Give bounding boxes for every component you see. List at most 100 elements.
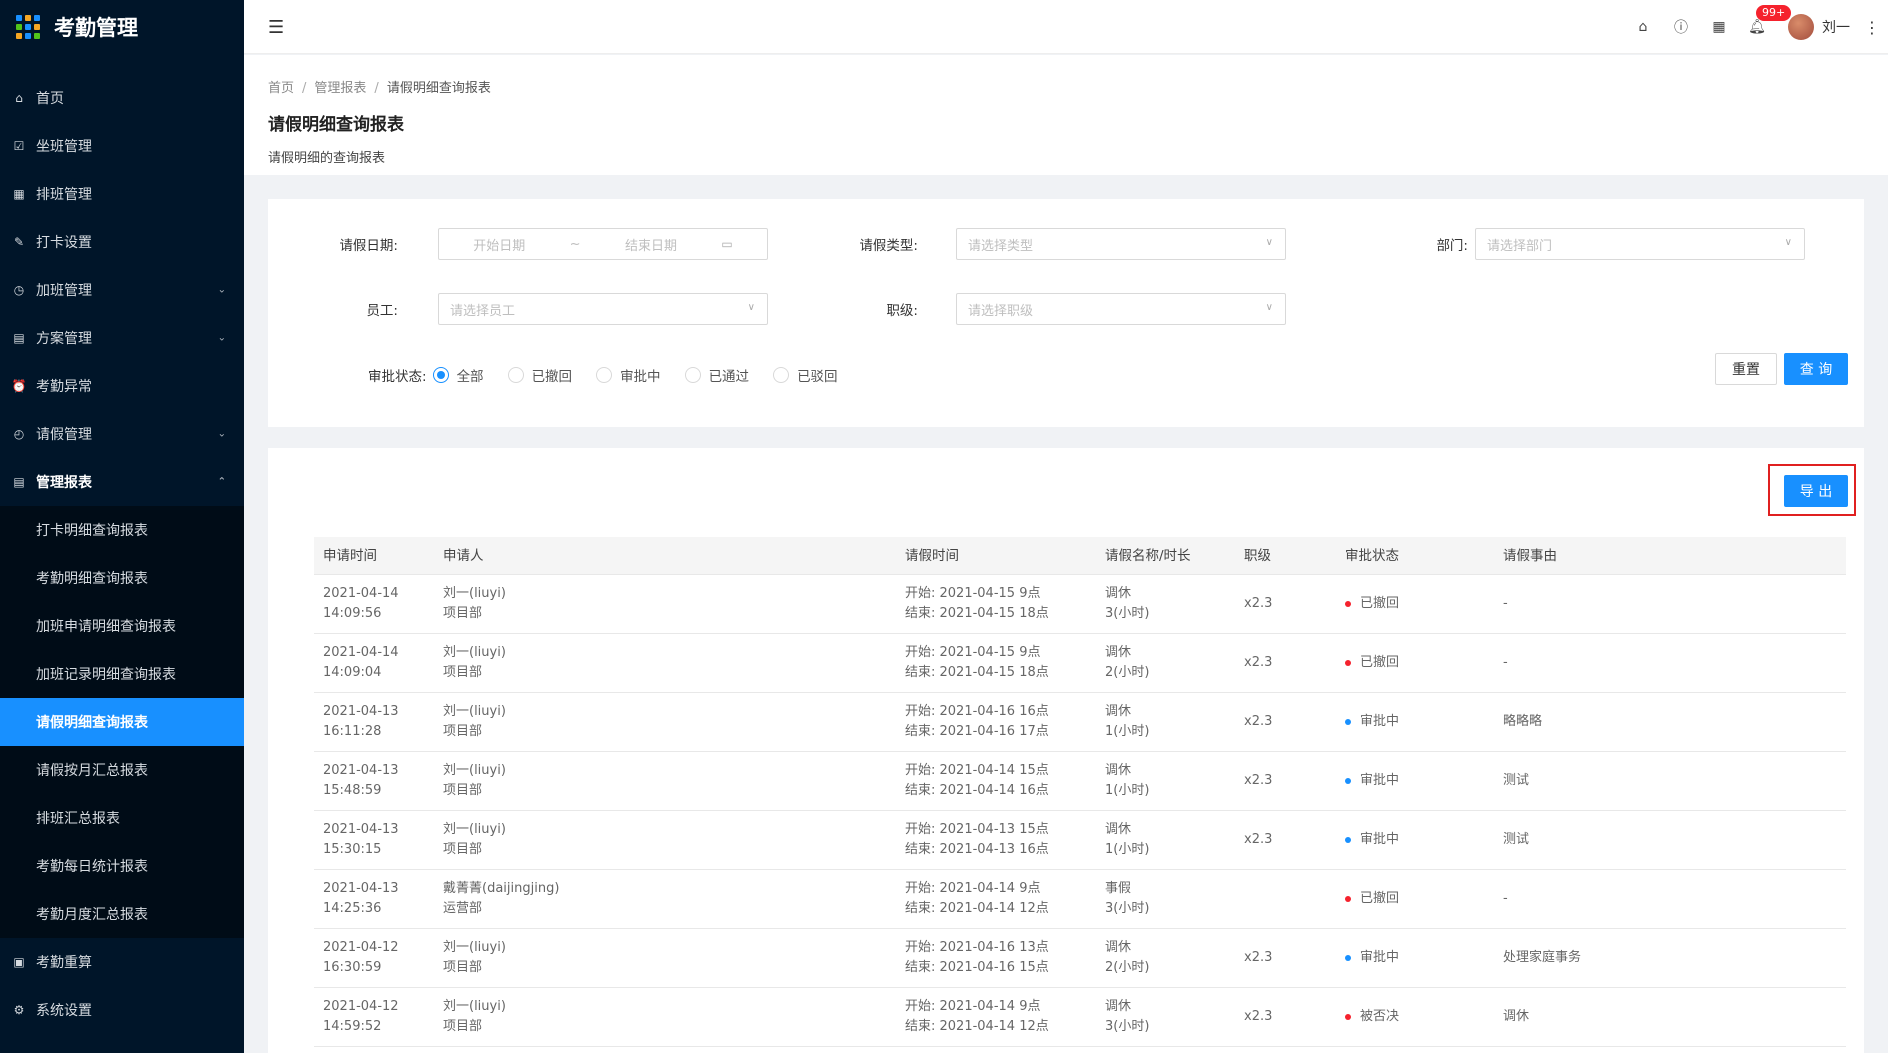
status-radio-2[interactable]: 审批中	[596, 365, 661, 385]
level-cell-level: x2.3	[1244, 773, 1273, 788]
level-cell-level: x2.3	[1244, 714, 1273, 729]
sidebar-subitem-7[interactable]: 考勤每日统计报表	[0, 842, 244, 890]
table-row[interactable]: 2021-04-13 15:30:15 刘一(liuyi) 项目部 开始: 2021-0…	[314, 811, 1846, 870]
leave-time-cell-end: 结束: 2021-04-14 16点	[905, 783, 1049, 798]
sidebar-item-1[interactable]: ☑ 坐班管理	[0, 122, 244, 170]
leave-type-cell: 调休 2(小时)	[1096, 643, 1235, 683]
sidebar-subitem-8[interactable]: 考勤月度汇总报表	[0, 890, 244, 938]
table-row[interactable]: 2021-04-14 14:09:56 刘一(liuyi) 项目部 开始: 2021-0…	[314, 575, 1846, 634]
date-range-picker[interactable]: 开始日期 ~ 结束日期 ▭	[438, 228, 768, 260]
sidebar-item-0[interactable]: ⌂ 首页	[0, 74, 244, 122]
leave-time-cell-start: 开始: 2021-04-14 9点	[905, 999, 1041, 1014]
leave-type-cell-leave: 事假	[1105, 881, 1132, 896]
gear-icon: ⚙	[13, 1003, 25, 1017]
table-row[interactable]: 2021-04-13 15:48:59 刘一(liuyi) 项目部 开始: 2021-0…	[314, 752, 1846, 811]
reason-cell: -	[1494, 594, 1846, 614]
applicant-cell: 刘一(liuyi) 项目部	[434, 938, 896, 978]
apps-icon[interactable]: ▦	[1700, 19, 1738, 35]
user-name[interactable]: 刘一	[1822, 17, 1850, 37]
sidebar-subitem-1[interactable]: 考勤明细查询报表	[0, 554, 244, 602]
leave-time-cell-end: 结束: 2021-04-16 17点	[905, 724, 1049, 739]
employee-select[interactable]: 请选择员工 ∨	[438, 293, 768, 325]
leave-type-cell-duration: 3(小时)	[1105, 1019, 1150, 1034]
radio-circle[interactable]	[684, 367, 701, 383]
sidebar-item-3[interactable]: ✎ 打卡设置	[0, 218, 244, 266]
apply-time-cell-time: 15:30:15	[323, 842, 382, 857]
dept-label: 部门:	[1436, 238, 1468, 254]
status-text: 已撤回	[1360, 891, 1400, 906]
sidebar-subitem-6[interactable]: 排班汇总报表	[0, 794, 244, 842]
sidebar-item-8[interactable]: ▤ 管理报表 ⌃	[0, 458, 244, 506]
type-select[interactable]: 请选择类型 ∨	[956, 228, 1286, 260]
sidebar-item-label: 加班管理	[36, 283, 92, 299]
menu-fold-icon[interactable]: ☰	[268, 17, 288, 38]
date-end-input[interactable]: 结束日期	[625, 235, 677, 254]
dept-select[interactable]: 请选择部门 ∨	[1475, 228, 1805, 260]
more-vertical-icon[interactable]: ⋮	[1864, 18, 1880, 37]
home-icon[interactable]: ⌂	[1624, 19, 1662, 35]
reason-cell-reason: 调休	[1503, 1009, 1530, 1024]
table-row[interactable]: 2021-04-13 16:11:28 刘一(liuyi) 项目部 开始: 2021-0…	[314, 693, 1846, 752]
status-radio-3[interactable]: 已通过	[684, 365, 749, 385]
date-start-input[interactable]: 开始日期	[473, 235, 525, 254]
status-options: 全部 已撤回 审批中 已通过 已驳回	[432, 365, 862, 385]
sidebar-item-6[interactable]: ⏰ 考勤异常	[0, 362, 244, 410]
level-cell: x2.3	[1235, 1007, 1336, 1027]
alarm-icon: ⏰	[11, 379, 27, 393]
status-radio-1[interactable]: 已撤回	[507, 365, 572, 385]
radio-circle[interactable]	[596, 367, 613, 383]
level-select[interactable]: 请选择职级 ∨	[956, 293, 1286, 325]
radio-circle[interactable]	[432, 367, 449, 383]
status-dot	[1345, 719, 1351, 725]
apply-time-cell-time: 15:48:59	[323, 783, 382, 798]
status-text: 审批中	[1360, 950, 1400, 965]
reason-cell-reason: 测试	[1503, 773, 1530, 788]
help-icon[interactable]: ⓘ	[1662, 17, 1700, 37]
export-button[interactable]: 导 出	[1784, 475, 1848, 507]
breadcrumb: 首页 / 管理报表 / 请假明细查询报表	[268, 81, 491, 96]
table-row[interactable]: 2021-04-13 14:25:36 戴菁菁(daijingjing) 运营部 开始:…	[314, 870, 1846, 929]
reason-cell: 略略略	[1494, 712, 1846, 732]
table-row[interactable]: 2021-04-14 14:09:04 刘一(liuyi) 项目部 开始: 2021-0…	[314, 634, 1846, 693]
sidebar-item-4[interactable]: ◷ 加班管理 ⌄	[0, 266, 244, 314]
sidebar-item-7[interactable]: ◴ 请假管理 ⌄	[0, 410, 244, 458]
status-dot	[1345, 601, 1351, 607]
sidebar-bottom-item-0[interactable]: ▣ 考勤重算	[0, 938, 244, 986]
sidebar-subitem-5[interactable]: 请假按月汇总报表	[0, 746, 244, 794]
sidebar-subitem-2[interactable]: 加班申请明细查询报表	[0, 602, 244, 650]
sidebar-subitem-3[interactable]: 加班记录明细查询报表	[0, 650, 244, 698]
sidebar-subitem-0[interactable]: 打卡明细查询报表	[0, 506, 244, 554]
sidebar-item-5[interactable]: ▤ 方案管理 ⌄	[0, 314, 244, 362]
status-radio-4[interactable]: 已驳回	[773, 365, 838, 385]
header-actions: ⌂ ⓘ ▦ 🔔︎ 99+ 刘一 ⋮	[1624, 0, 1888, 54]
status-dot	[1345, 660, 1351, 666]
leave-time-cell-start: 开始: 2021-04-15 9点	[905, 645, 1041, 660]
sidebar-subitem-4[interactable]: 请假明细查询报表	[0, 698, 244, 746]
query-button[interactable]: 查 询	[1784, 353, 1848, 385]
leave-time-cell: 开始: 2021-04-16 16点 结束: 2021-04-16 17点	[896, 702, 1096, 742]
breadcrumb-home[interactable]: 首页	[268, 81, 294, 96]
sidebar-item-2[interactable]: ▦ 排班管理	[0, 170, 244, 218]
column-header: 请假名称/时长	[1105, 547, 1191, 564]
leave-type-cell-leave: 调休	[1105, 704, 1132, 719]
avatar[interactable]	[1788, 14, 1814, 40]
leave-type-cell-duration: 1(小时)	[1105, 724, 1150, 739]
status-text: 被否决	[1360, 1009, 1400, 1024]
calendar-check-icon: ☑	[13, 139, 25, 153]
breadcrumb-reports[interactable]: 管理报表	[314, 81, 366, 96]
table-row[interactable]: 2021-04-12 16:30:59 刘一(liuyi) 项目部 开始: 2021-0…	[314, 929, 1846, 988]
status-radio-group: 审批状态: 全部 已撤回 审批中 已通过 已驳回	[368, 365, 862, 385]
type-placeholder: 请选择类型	[968, 238, 1034, 254]
radio-circle[interactable]	[773, 367, 790, 383]
reason-cell: 测试	[1494, 830, 1846, 850]
status-radio-0[interactable]: 全部	[432, 365, 484, 385]
edit-icon: ✎	[13, 235, 25, 249]
apply-time-cell: 2021-04-12 14:59:52	[314, 997, 434, 1037]
reset-button[interactable]: 重置	[1715, 353, 1777, 385]
bell-icon[interactable]: 🔔︎ 99+	[1738, 5, 1792, 35]
radio-circle[interactable]	[507, 367, 524, 383]
column-header: 申请时间	[323, 547, 377, 564]
status-cell: 已撤回	[1336, 653, 1494, 673]
table-row[interactable]: 2021-04-12 14:59:52 刘一(liuyi) 项目部 开始: 2021-0…	[314, 988, 1846, 1047]
sidebar-bottom-item-1[interactable]: ⚙ 系统设置	[0, 986, 244, 1034]
